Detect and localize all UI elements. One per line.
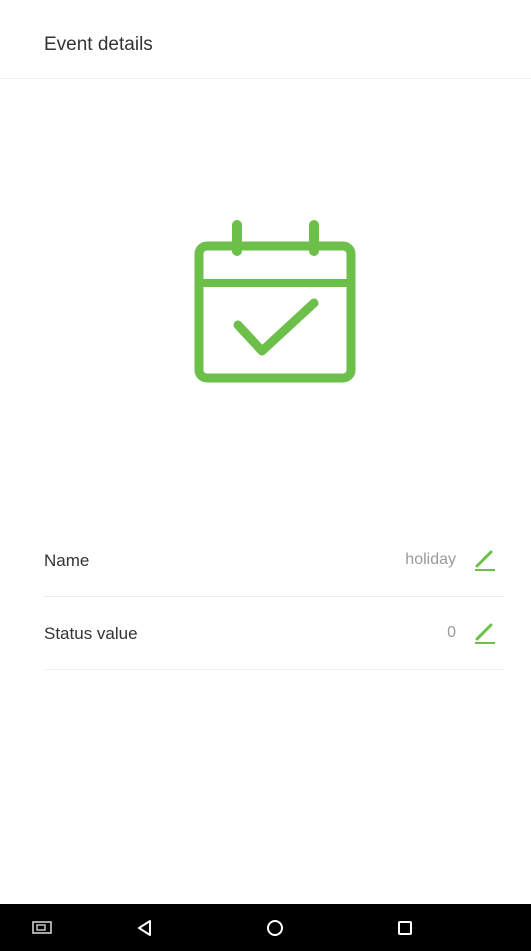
event-details-screen: Event details Name holiday Status value … xyxy=(0,0,531,951)
edit-name-pencil-icon[interactable] xyxy=(472,546,498,572)
home-icon[interactable] xyxy=(245,904,305,951)
header-bar: Event details xyxy=(0,0,531,79)
page-title: Event details xyxy=(44,34,153,55)
status-value-value: 0 xyxy=(447,624,456,641)
back-icon[interactable] xyxy=(115,904,175,951)
name-label: Name xyxy=(44,551,90,570)
edit-status-pencil-icon[interactable] xyxy=(472,619,498,645)
recent-apps-icon[interactable] xyxy=(375,904,435,951)
status-value-label: Status value xyxy=(44,624,138,643)
screenshot-icon[interactable] xyxy=(12,904,72,951)
name-row[interactable]: Name holiday xyxy=(44,524,504,597)
calendar-check-icon xyxy=(190,215,360,390)
android-navigation-bar xyxy=(0,904,531,951)
status-value-row[interactable]: Status value 0 xyxy=(44,597,504,670)
name-value: holiday xyxy=(405,551,456,568)
